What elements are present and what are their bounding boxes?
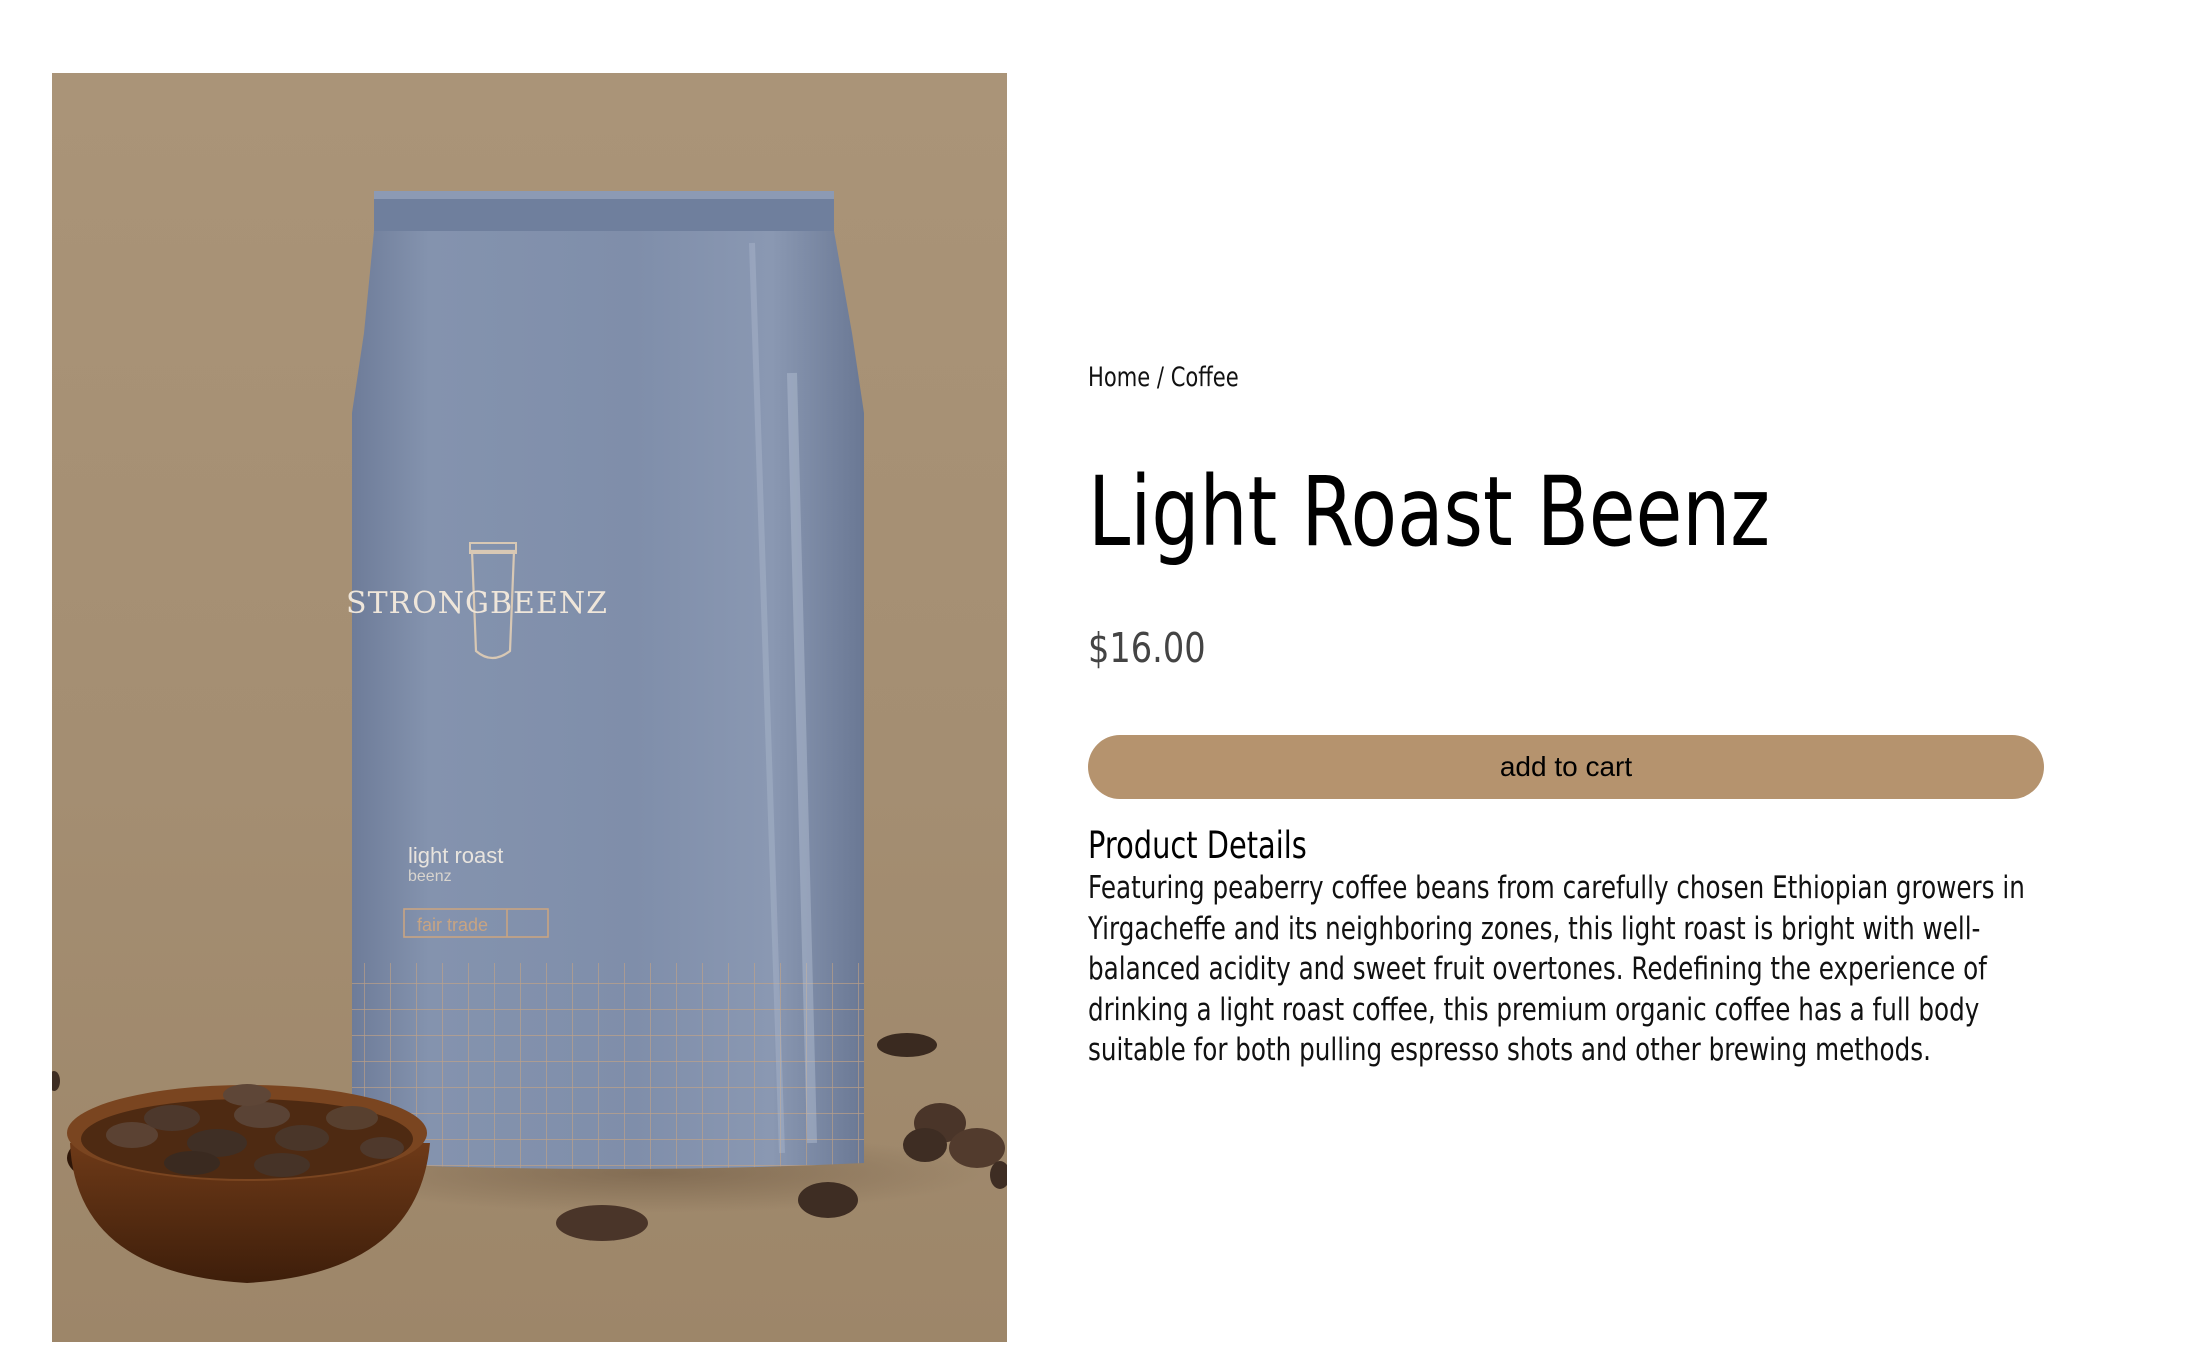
bag-line2-text: beenz xyxy=(408,868,452,885)
product-description: Featuring peaberry coffee beans from car… xyxy=(1088,870,2025,1068)
coffee-bean xyxy=(556,1205,648,1241)
breadcrumb-separator: / xyxy=(1156,362,1171,393)
add-to-cart-button[interactable]: add to cart xyxy=(1088,735,2044,799)
bag-line1-text: light roast xyxy=(408,843,503,868)
bag-brand-text: STRONGBEENZ xyxy=(346,586,608,621)
breadcrumb-coffee-link[interactable]: Coffee xyxy=(1171,362,1239,393)
bag-tag-text: fair trade xyxy=(417,915,488,935)
product-title: Light Roast Beenz xyxy=(1088,456,1771,568)
product-image: STRONGBEENZ light roast beenz fair trade xyxy=(52,73,1007,1342)
product-details-heading: Product Details xyxy=(1088,824,1307,867)
breadcrumb: Home / Coffee xyxy=(1088,352,1239,404)
coffee-bean xyxy=(990,1161,1007,1189)
coffee-bean xyxy=(877,1033,937,1057)
coffee-bag-illustration: STRONGBEENZ light roast beenz fair trade xyxy=(346,191,864,1169)
coffee-bean xyxy=(903,1128,947,1162)
coffee-bean xyxy=(52,1071,60,1091)
coffee-bean xyxy=(798,1182,858,1218)
breadcrumb-home-link[interactable]: Home xyxy=(1088,362,1150,393)
product-price: $16.00 xyxy=(1088,624,1206,672)
bean-bowl-illustration xyxy=(67,1084,430,1283)
